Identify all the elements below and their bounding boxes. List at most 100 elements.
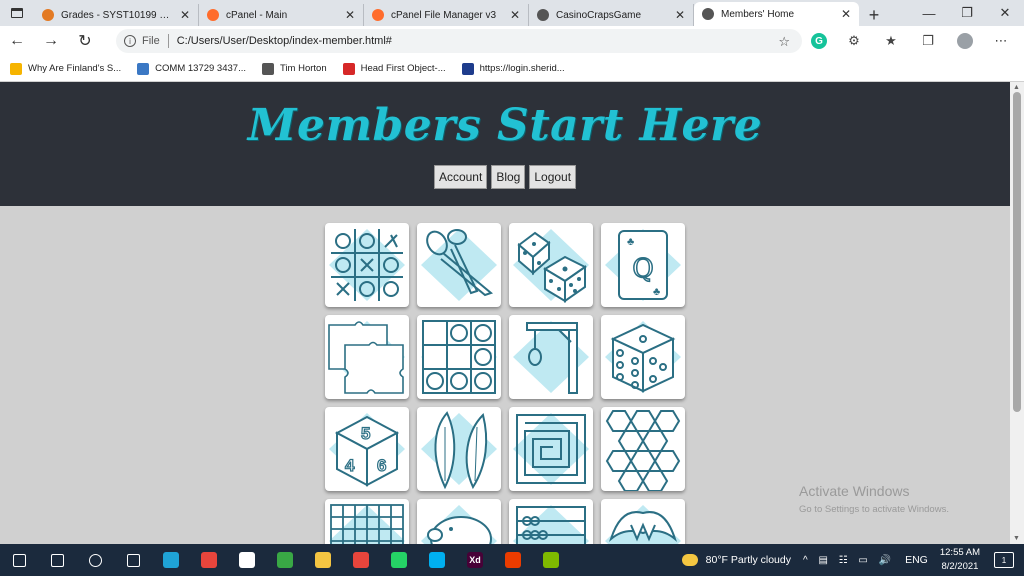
bookmark-label: COMM 13729 3437...	[155, 63, 246, 74]
back-button[interactable]: ←	[0, 26, 34, 56]
game-card-creature[interactable]	[601, 499, 685, 544]
tab-actions-icon	[11, 8, 23, 18]
notification-icon[interactable]: 1	[994, 552, 1014, 568]
system-tray: 80°F Partly cloudy ^ ▤ ☷ ▭ 🔊 ENG 12:55 A…	[681, 544, 1024, 576]
scroll-up-icon[interactable]: ▲	[1013, 84, 1020, 91]
start-taskbar-button[interactable]	[0, 544, 38, 576]
edge-icon	[163, 552, 179, 568]
tab-title: Members' Home	[721, 8, 795, 20]
game-card-grid-board[interactable]	[325, 499, 409, 544]
extensions-icon[interactable]: ⚙	[843, 30, 865, 52]
refresh-button[interactable]: ↻	[68, 26, 102, 56]
skype-taskbar-button[interactable]	[418, 544, 456, 576]
colorful-grid-taskbar-button[interactable]	[532, 544, 570, 576]
favorites-icon[interactable]: ★	[880, 30, 902, 52]
file-explorer-taskbar-button[interactable]	[304, 544, 342, 576]
tab-5[interactable]: Members' Home ✕	[694, 2, 859, 26]
office-taskbar-button[interactable]	[494, 544, 532, 576]
window-controls: — ❐ ✕	[910, 0, 1024, 26]
edge-taskbar-button[interactable]	[152, 544, 190, 576]
game-card-tic-tac-toe[interactable]	[325, 223, 409, 307]
address-divider	[167, 34, 169, 48]
whatsapp-taskbar-button[interactable]	[380, 544, 418, 576]
cortana-icon	[88, 553, 102, 567]
partly-cloudy-icon	[681, 554, 698, 566]
game-card-puzzle[interactable]	[325, 315, 409, 399]
xd-taskbar-button[interactable]: Xd	[456, 544, 494, 576]
game-card-pig[interactable]	[417, 499, 501, 544]
weather-widget[interactable]: 80°F Partly cloudy	[681, 554, 791, 566]
account-link[interactable]: Account	[433, 165, 488, 189]
game-card-circle-grid[interactable]	[417, 315, 501, 399]
chrome-taskbar-button[interactable]	[190, 544, 228, 576]
abacus-icon	[513, 505, 589, 544]
page-scrollbar[interactable]: ▲ ▼	[1010, 82, 1024, 544]
git-taskbar-button[interactable]	[342, 544, 380, 576]
restore-button[interactable]: ❐	[948, 0, 986, 26]
profile-avatar[interactable]	[957, 33, 973, 49]
close-window-button[interactable]: ✕	[986, 0, 1024, 26]
bookmark-5[interactable]: https://login.sherid...	[461, 62, 565, 75]
close-tab-icon[interactable]: ✕	[508, 8, 522, 22]
colorful-grid-icon	[543, 552, 559, 568]
language-indicator[interactable]: ENG	[905, 554, 928, 566]
game-card-abacus[interactable]	[509, 499, 593, 544]
game-card-queen[interactable]: Q ♣ ♣	[601, 223, 685, 307]
game-card-hexagon[interactable]	[601, 407, 685, 491]
scroll-down-icon[interactable]: ▼	[1013, 535, 1020, 542]
task-view-icon	[126, 553, 140, 567]
tab-4[interactable]: CasinoCrapsGame ✕	[529, 4, 694, 26]
tab-2[interactable]: cPanel - Main ✕	[199, 4, 364, 26]
game-card-feathers[interactable]	[417, 407, 501, 491]
game-card-hangman[interactable]	[509, 315, 593, 399]
logout-link[interactable]: Logout	[529, 165, 577, 189]
close-tab-icon[interactable]: ✕	[673, 8, 687, 22]
bookmark-2[interactable]: COMM 13729 3437...	[137, 62, 246, 75]
bookmark-label: Why Are Finland's S...	[28, 63, 122, 74]
task-view-taskbar-button[interactable]	[114, 544, 152, 576]
game-card-scissors[interactable]	[417, 223, 501, 307]
collections-icon[interactable]: ❐	[917, 30, 939, 52]
minimize-button[interactable]: —	[910, 0, 948, 26]
address-bar[interactable]: i File C:/Users/User/Desktop/index-membe…	[116, 29, 802, 53]
tab-3[interactable]: cPanel File Manager v3 ✕	[364, 4, 529, 26]
cortana-taskbar-button[interactable]	[76, 544, 114, 576]
search-icon	[50, 553, 64, 567]
new-tab-button[interactable]: +	[859, 4, 889, 26]
svg-text:6: 6	[377, 456, 386, 475]
search-taskbar-button[interactable]	[38, 544, 76, 576]
network-app-taskbar-button[interactable]	[266, 544, 304, 576]
scrollbar-thumb[interactable]	[1013, 92, 1021, 412]
url-text[interactable]: C:/Users/User/Desktop/index-member.html#	[177, 35, 392, 47]
bookmark-4[interactable]: Head First Object-...	[342, 62, 446, 75]
start-icon	[12, 553, 26, 567]
close-tab-icon[interactable]: ✕	[343, 8, 357, 22]
blog-link[interactable]: Blog	[491, 165, 526, 189]
puzzle-icon	[328, 321, 405, 394]
more-menu-icon[interactable]: ⋯	[990, 30, 1012, 52]
info-icon[interactable]: i	[124, 35, 136, 47]
p-icon	[137, 62, 150, 75]
clock[interactable]: 12:55 AM 8/2/2021	[940, 546, 980, 574]
page-icon	[537, 9, 549, 21]
add-favorite-icon[interactable]: ☆	[778, 34, 790, 50]
bookmark-1[interactable]: Why Are Finland's S...	[10, 62, 122, 75]
game-card-maze[interactable]	[509, 407, 593, 491]
svg-text:4: 4	[345, 456, 355, 475]
sun-icon	[10, 62, 22, 75]
bookmark-3[interactable]: Tim Horton	[261, 62, 327, 75]
tab-actions-button[interactable]	[0, 0, 34, 26]
forward-button[interactable]: →	[34, 26, 68, 56]
game-card-dice[interactable]	[509, 223, 593, 307]
game-card-number-cube[interactable]: 5 4 6	[325, 407, 409, 491]
close-tab-icon[interactable]: ✕	[839, 7, 853, 21]
game-card-die[interactable]	[601, 315, 685, 399]
close-tab-icon[interactable]: ✕	[178, 8, 192, 22]
weather-text: 80°F Partly cloudy	[705, 554, 791, 566]
store-taskbar-button[interactable]	[228, 544, 266, 576]
tray-icons[interactable]: ^ ▤ ☷ ▭ 🔊	[803, 555, 895, 566]
bookmark-label: Tim Horton	[279, 63, 327, 74]
tab-1[interactable]: Grades - SYST10199 Web ✕	[34, 4, 199, 26]
grammarly-icon[interactable]: G	[811, 33, 827, 49]
watermark-title: Activate Windows	[799, 483, 910, 499]
